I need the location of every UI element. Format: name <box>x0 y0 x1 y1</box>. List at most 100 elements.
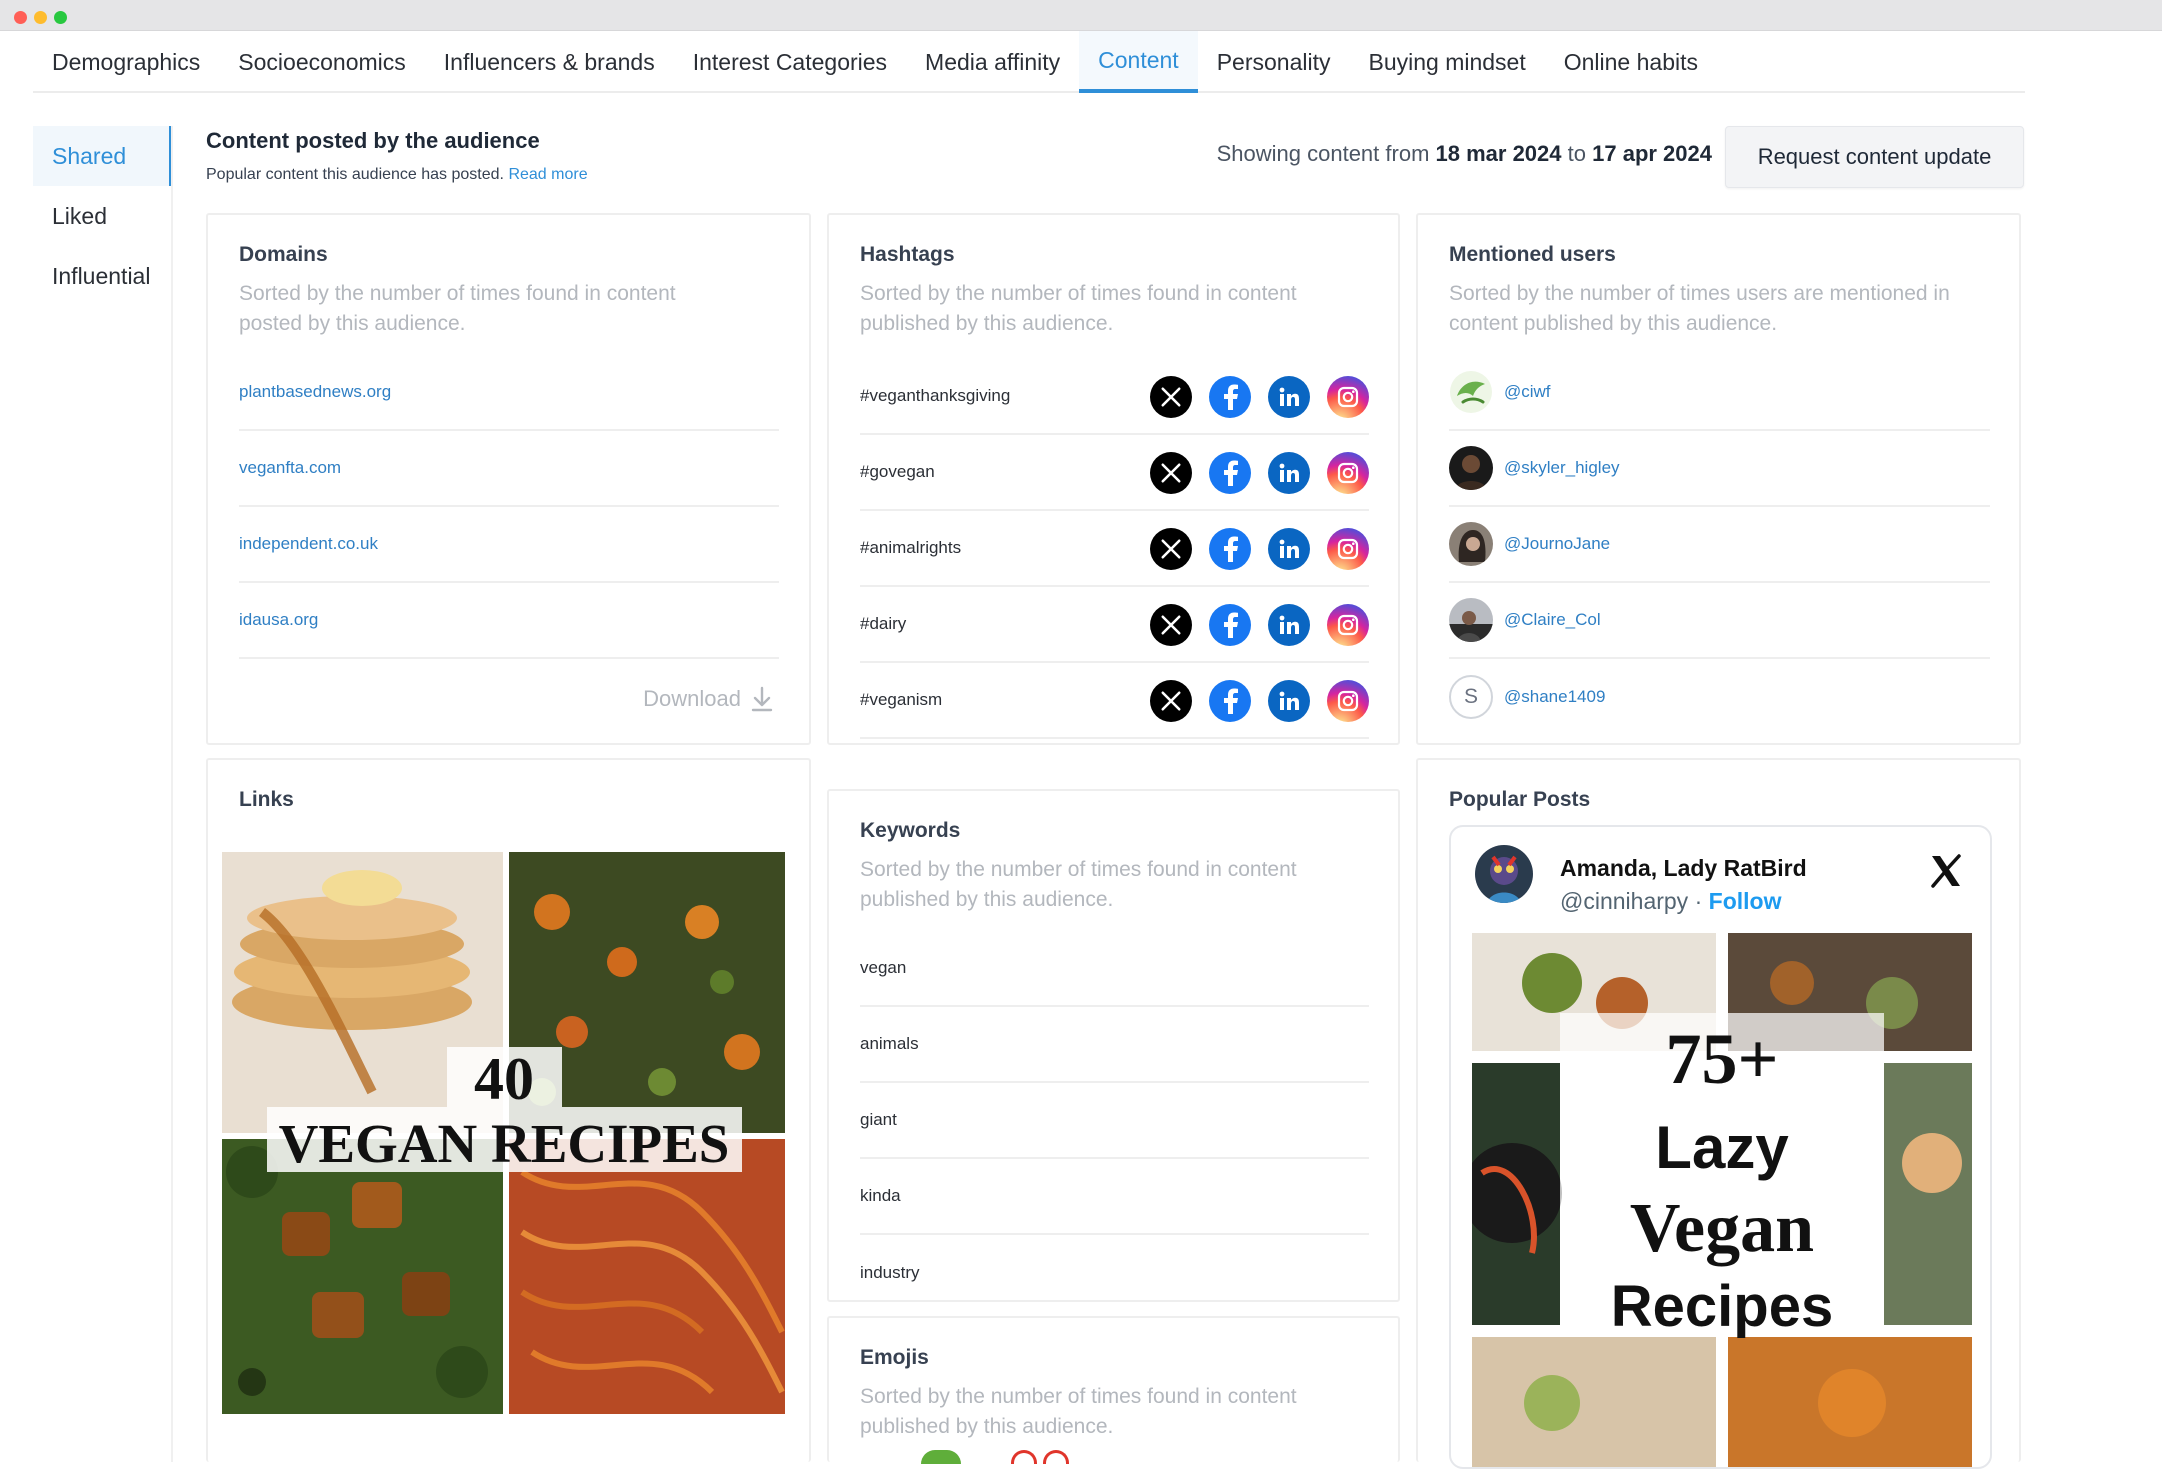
facebook-icon[interactable] <box>1209 376 1251 418</box>
hashtags-description: Sorted by the number of times found in c… <box>860 282 1297 335</box>
domain-row: veganfta.com <box>239 431 779 507</box>
content-header: Content posted by the audience Popular c… <box>206 128 588 184</box>
domain-row: plantbasednews.org <box>239 355 779 431</box>
share-icons <box>1150 435 1369 511</box>
date-range-prefix: Showing content from <box>1216 141 1430 166</box>
keywords-card: Keywords Sorted by the number of times f… <box>827 789 1400 1302</box>
tweet-author-handle[interactable]: @cinniharpy <box>1560 888 1688 914</box>
window-title-bar <box>0 0 2162 31</box>
instagram-icon[interactable] <box>1327 452 1369 494</box>
tweet-author-name[interactable]: Amanda, Lady RatBird <box>1560 855 1807 882</box>
app-container: Demographics Socioeconomics Influencers … <box>0 31 2162 1469</box>
x-icon[interactable] <box>1150 528 1192 570</box>
date-range: Showing content from 18 mar 2024 to 17 a… <box>1217 141 1712 167</box>
tab-media-affinity[interactable]: Media affinity <box>906 31 1079 93</box>
sidebar-divider <box>171 126 173 1462</box>
tweet-image[interactable]: 75+ Lazy Vegan Recipes <box>1472 933 1972 1467</box>
follow-button[interactable]: Follow <box>1709 888 1782 914</box>
share-icons <box>1150 359 1369 435</box>
download-icon <box>751 686 773 712</box>
sidebar-item-liked[interactable]: Liked <box>33 186 173 246</box>
tab-buying-mindset[interactable]: Buying mindset <box>1349 31 1544 93</box>
x-icon[interactable] <box>1150 680 1192 722</box>
domains-description: Sorted by the number of times found in c… <box>239 282 676 335</box>
instagram-icon[interactable] <box>1327 528 1369 570</box>
mention-row: @JournoJane <box>1449 507 1990 583</box>
hashtag-row: #veganthanksgiving <box>860 359 1369 435</box>
popular-posts-title: Popular Posts <box>1449 788 1591 811</box>
x-icon[interactable] <box>1150 604 1192 646</box>
hashtags-card: Hashtags Sorted by the number of times f… <box>827 213 1400 745</box>
tab-content[interactable]: Content <box>1079 31 1198 93</box>
linkedin-icon[interactable] <box>1268 680 1310 722</box>
mentioned-users-title: Mentioned users <box>1449 243 1616 266</box>
mention-row: @skyler_higley <box>1449 431 1990 507</box>
domain-link[interactable]: plantbasednews.org <box>239 382 391 402</box>
hashtag-row: #veganism <box>860 663 1369 739</box>
hashtags-title: Hashtags <box>860 243 955 266</box>
read-more-link[interactable]: Read more <box>508 166 587 183</box>
keyword-text: kinda <box>860 1186 901 1205</box>
request-content-update-button[interactable]: Request content update <box>1725 126 2024 188</box>
domain-link[interactable]: idausa.org <box>239 610 318 630</box>
keywords-title: Keywords <box>860 819 961 842</box>
facebook-icon[interactable] <box>1209 604 1251 646</box>
tab-socioeconomics[interactable]: Socioeconomics <box>219 31 424 93</box>
avatar: S <box>1449 675 1493 719</box>
tab-demographics[interactable]: Demographics <box>33 31 219 93</box>
domain-row: idausa.org <box>239 583 779 659</box>
share-icons <box>1150 511 1369 587</box>
sidebar-item-shared[interactable]: Shared <box>33 126 173 186</box>
avatar <box>1449 370 1493 414</box>
linkedin-icon[interactable] <box>1268 376 1310 418</box>
hashtag-row: #govegan <box>860 435 1369 511</box>
mention-handle-link[interactable]: @shane1409 <box>1504 687 1605 707</box>
domain-link[interactable]: veganfta.com <box>239 458 341 478</box>
tweet-embed[interactable]: Amanda, Lady RatBird @cinniharpy · Follo… <box>1449 825 1992 1469</box>
keyword-row: industry <box>860 1235 1369 1311</box>
link-preview-image[interactable]: 40 VEGAN RECIPES <box>222 852 785 1414</box>
x-icon[interactable] <box>1150 452 1192 494</box>
instagram-icon[interactable] <box>1327 680 1369 722</box>
instagram-icon[interactable] <box>1327 376 1369 418</box>
keyword-text: giant <box>860 1110 897 1129</box>
mention-row: @Claire_Col <box>1449 583 1990 659</box>
facebook-icon[interactable] <box>1209 528 1251 570</box>
maximize-window-button[interactable] <box>54 11 67 24</box>
minimize-window-button[interactable] <box>34 11 47 24</box>
date-range-to: to <box>1567 141 1586 166</box>
hashtag-text: #dairy <box>860 614 907 633</box>
mention-handle-link[interactable]: @JournoJane <box>1504 534 1610 554</box>
tweet-author-avatar[interactable] <box>1475 845 1533 903</box>
mention-handle-link[interactable]: @skyler_higley <box>1504 458 1620 478</box>
x-logo-icon[interactable] <box>1926 851 1966 891</box>
linkedin-icon[interactable] <box>1268 452 1310 494</box>
instagram-icon[interactable] <box>1327 604 1369 646</box>
keyword-row: animals <box>860 1007 1369 1083</box>
linkedin-icon[interactable] <box>1268 528 1310 570</box>
tab-interest-categories[interactable]: Interest Categories <box>674 31 906 93</box>
page-subtitle: Popular content this audience has posted… <box>206 166 588 184</box>
tab-influencers-brands[interactable]: Influencers & brands <box>425 31 674 93</box>
domains-title: Domains <box>239 243 328 266</box>
mention-row: @ciwf <box>1449 355 1990 431</box>
linkedin-icon[interactable] <box>1268 604 1310 646</box>
tab-personality[interactable]: Personality <box>1198 31 1350 93</box>
links-title: Links <box>239 788 294 811</box>
facebook-icon[interactable] <box>1209 680 1251 722</box>
mention-handle-link[interactable]: @ciwf <box>1504 382 1551 402</box>
hashtag-text: #animalrights <box>860 538 962 557</box>
tweet-image-line4: Recipes <box>1611 1274 1833 1339</box>
x-icon[interactable] <box>1150 376 1192 418</box>
domain-link[interactable]: independent.co.uk <box>239 534 378 554</box>
sidebar-item-influential[interactable]: Influential <box>33 246 173 306</box>
facebook-icon[interactable] <box>1209 452 1251 494</box>
close-window-button[interactable] <box>14 11 27 24</box>
avatar <box>1449 522 1493 566</box>
tab-online-habits[interactable]: Online habits <box>1545 31 1717 93</box>
page-subtitle-text: Popular content this audience has posted… <box>206 166 504 183</box>
popular-posts-card: Popular Posts Amanda, Lady RatBird @cinn… <box>1416 758 2021 1469</box>
download-button[interactable]: Download <box>643 686 773 712</box>
tweet-image-line1: 75+ <box>1665 1019 1778 1099</box>
mention-handle-link[interactable]: @Claire_Col <box>1504 610 1601 630</box>
